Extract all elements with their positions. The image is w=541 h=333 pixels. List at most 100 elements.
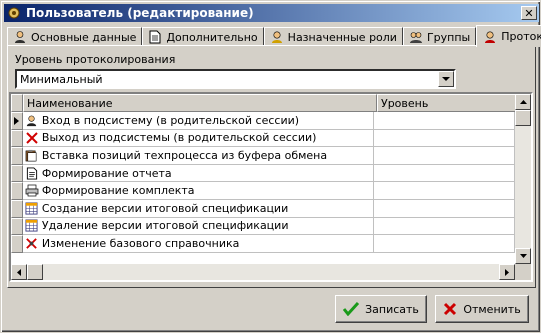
scroll-right-button[interactable]	[499, 264, 515, 280]
cancel-button[interactable]: Отменить	[435, 295, 529, 323]
tab-strip: Основные данные Дополнительно Назначенны…	[7, 25, 541, 47]
event-name: Изменение базового справочника	[41, 236, 240, 250]
events-grid[interactable]: Наименование Уровень Вход в подсистему (…	[9, 92, 533, 282]
spec-create-icon	[25, 201, 39, 215]
cell-level[interactable]	[374, 217, 515, 236]
roles-icon	[270, 30, 284, 44]
horizontal-scroll-thumb[interactable]	[27, 264, 43, 280]
chevron-right-icon	[505, 268, 509, 276]
tab-groups[interactable]: Группы	[402, 27, 477, 46]
protocol-icon	[483, 30, 497, 44]
document-icon	[148, 30, 162, 44]
cell-level[interactable]	[374, 112, 515, 130]
row-indicator	[11, 217, 23, 236]
save-button-label: Записать	[365, 302, 419, 316]
event-name: Выход из подсистемы (в родительской сесс…	[41, 131, 317, 145]
cancel-button-label: Отменить	[463, 302, 521, 316]
event-name: Вход в подсистему (в родительской сессии…	[41, 113, 300, 127]
event-name: Создание версии итоговой спецификации	[41, 201, 289, 215]
row-indicator	[11, 182, 23, 200]
table-row[interactable]: Формирование комплекта	[11, 182, 515, 200]
gear-icon	[6, 5, 22, 21]
event-name: Вставка позиций техпроцесса из буфера об…	[41, 148, 328, 162]
dropdown-button[interactable]	[438, 71, 454, 87]
tab-main-data[interactable]: Основные данные	[7, 27, 143, 46]
reference-edit-icon	[25, 236, 39, 250]
header-indicator	[11, 94, 23, 112]
scroll-left-button[interactable]	[11, 264, 27, 280]
close-icon	[444, 302, 457, 316]
table-row[interactable]: Удаление версии итоговой спецификации	[11, 217, 515, 236]
cell-name[interactable]: Формирование отчета	[22, 164, 375, 183]
table-row[interactable]: Изменение базового справочника	[11, 235, 515, 253]
event-name: Удаление версии итоговой спецификации	[41, 219, 289, 233]
cell-level[interactable]	[374, 182, 515, 200]
grid-header: Наименование Уровень	[11, 94, 531, 112]
cell-name[interactable]: Выход из подсистемы (в родительской сесс…	[22, 129, 375, 148]
table-row[interactable]: Выход из подсистемы (в родительской сесс…	[11, 129, 515, 148]
printer-icon	[25, 184, 39, 198]
cell-name[interactable]: Вставка позиций техпроцесса из буфера об…	[22, 147, 375, 165]
close-button[interactable]: ✕	[521, 6, 537, 20]
scroll-down-button[interactable]	[515, 248, 531, 264]
scrollbar-corner	[515, 264, 531, 280]
cell-level[interactable]	[374, 129, 515, 148]
row-pointer-icon	[14, 116, 20, 125]
chevron-down-icon	[519, 254, 527, 258]
column-header-level[interactable]: Уровень	[377, 94, 519, 112]
cell-level[interactable]	[374, 235, 515, 253]
cell-name[interactable]: Удаление версии итоговой спецификации	[22, 217, 375, 236]
event-name: Формирование отчета	[41, 166, 172, 180]
tab-additional[interactable]: Дополнительно	[142, 27, 264, 46]
horizontal-scrollbar[interactable]	[11, 264, 515, 280]
tab-assigned-roles[interactable]: Назначенные роли	[263, 27, 403, 46]
current-row-indicator	[11, 112, 23, 130]
cell-level[interactable]	[374, 147, 515, 165]
tab-label: Дополнительно	[166, 30, 258, 44]
groups-icon	[409, 30, 423, 44]
logging-level-value: Минимальный	[20, 72, 103, 86]
login-icon	[25, 113, 39, 127]
cell-level[interactable]	[374, 164, 515, 183]
user-edit-window: Пользователь (редактирование) ✕ Основные…	[0, 0, 541, 333]
row-indicator	[11, 129, 23, 148]
logging-level-select[interactable]: Минимальный	[15, 69, 456, 89]
grid-rows: Вход в подсистему (в родительской сессии…	[11, 112, 515, 253]
user-icon	[13, 30, 27, 44]
cell-name[interactable]: Вход в подсистему (в родительской сессии…	[22, 112, 375, 130]
chevron-up-icon	[519, 100, 527, 104]
table-row[interactable]: Создание версии итоговой спецификации	[11, 199, 515, 218]
red-x-icon	[25, 131, 39, 145]
window-title: Пользователь (редактирование)	[26, 6, 254, 20]
logging-level-label: Уровень протоколирования	[15, 53, 176, 66]
checkmark-icon	[343, 302, 360, 316]
vertical-scroll-thumb[interactable]	[515, 110, 531, 126]
row-indicator	[11, 147, 23, 165]
vertical-scrollbar[interactable]	[515, 94, 531, 264]
cell-name[interactable]: Изменение базового справочника	[22, 235, 375, 253]
cell-level[interactable]	[374, 199, 515, 218]
spec-delete-icon	[25, 219, 39, 233]
column-header-name[interactable]: Наименование	[23, 94, 377, 112]
tab-label: Группы	[426, 30, 471, 44]
report-icon	[25, 166, 39, 180]
row-indicator	[11, 199, 23, 218]
table-row[interactable]: Формирование отчета	[11, 164, 515, 183]
tab-label: Протокол	[501, 30, 541, 43]
row-indicator	[11, 235, 23, 253]
chevron-down-icon	[442, 76, 450, 81]
title-bar[interactable]: Пользователь (редактирование) ✕	[4, 4, 539, 22]
tab-label: Основные данные	[31, 30, 137, 44]
save-button[interactable]: Записать	[335, 295, 427, 323]
clipboard-icon	[25, 148, 39, 162]
cell-name[interactable]: Формирование комплекта	[22, 182, 375, 200]
tab-label: Назначенные роли	[287, 30, 397, 44]
table-row[interactable]: Вставка позиций техпроцесса из буфера об…	[11, 147, 515, 165]
chevron-left-icon	[17, 268, 21, 276]
scroll-up-button[interactable]	[515, 94, 531, 110]
table-row[interactable]: Вход в подсистему (в родительской сессии…	[11, 112, 515, 130]
tab-protocol[interactable]: Протокол	[476, 25, 541, 47]
row-indicator	[11, 164, 23, 183]
event-name: Формирование комплекта	[41, 184, 195, 198]
cell-name[interactable]: Создание версии итоговой спецификации	[22, 199, 375, 218]
